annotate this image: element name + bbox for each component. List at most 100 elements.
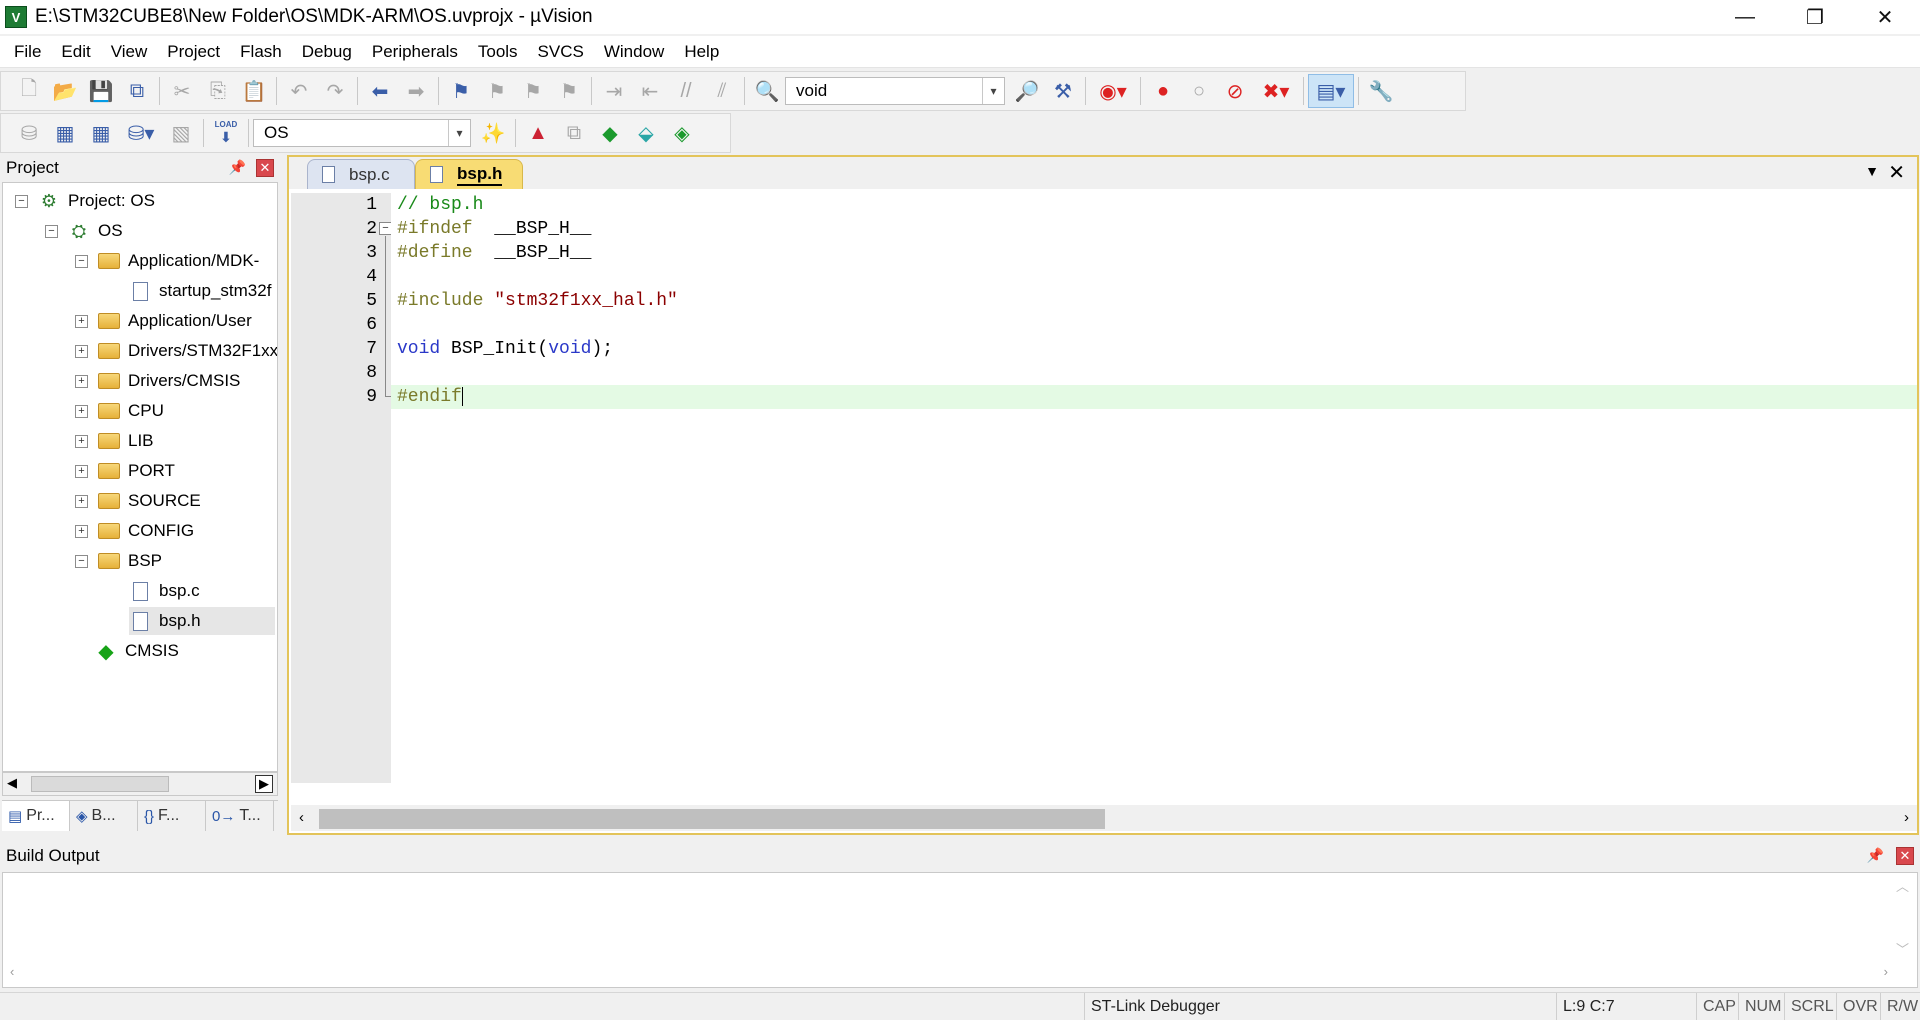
chevron-down-icon[interactable]: ▾ xyxy=(982,78,1004,104)
collapse-toggle-icon[interactable]: − xyxy=(75,554,88,568)
pin-icon[interactable]: 📌 xyxy=(229,159,246,176)
menu-flash[interactable]: Flash xyxy=(230,42,292,62)
disable-all-breakpoints-icon[interactable]: ⊘ xyxy=(1217,74,1253,108)
previous-bookmark-icon[interactable]: ⚑ xyxy=(479,74,515,108)
menu-tools[interactable]: Tools xyxy=(468,42,528,62)
tree-item-group[interactable]: − BSP xyxy=(75,547,162,575)
menu-view[interactable]: View xyxy=(101,42,158,62)
tree-item-group[interactable]: + Drivers/STM32F1xx xyxy=(75,337,277,365)
close-button[interactable]: ✕ xyxy=(1850,0,1920,34)
incremental-find-icon[interactable]: ⚒ xyxy=(1045,74,1081,108)
clear-bookmarks-icon[interactable]: ⚑ xyxy=(551,74,587,108)
close-tab-icon[interactable]: ✕ xyxy=(1888,160,1905,185)
menu-svcs[interactable]: SVCS xyxy=(528,42,594,62)
scroll-up-icon[interactable]: ︿ xyxy=(1896,876,1914,895)
chevron-down-icon[interactable]: ▾ xyxy=(448,120,470,146)
scroll-right-icon[interactable]: › xyxy=(1904,809,1909,826)
expand-toggle-icon[interactable]: + xyxy=(75,314,88,328)
uncomment-icon[interactable]: ⫽ xyxy=(704,74,740,108)
scroll-thumb[interactable] xyxy=(31,776,169,792)
save-icon[interactable]: 💾 xyxy=(83,74,119,108)
expand-toggle-icon[interactable]: + xyxy=(75,404,88,418)
stop-build-icon[interactable]: ▧ xyxy=(163,116,199,150)
scroll-down-icon[interactable]: ﹀ xyxy=(1896,939,1914,958)
find-in-files-icon[interactable]: 🔍 xyxy=(749,74,785,108)
manage-run-time-environment-icon[interactable]: ◆ xyxy=(592,116,628,150)
menu-edit[interactable]: Edit xyxy=(51,42,100,62)
pin-icon[interactable]: 📌 xyxy=(1867,847,1884,864)
restore-button[interactable]: ❐ xyxy=(1780,0,1850,34)
menu-debug[interactable]: Debug xyxy=(292,42,362,62)
kill-all-breakpoints-icon[interactable]: ✖▾ xyxy=(1253,74,1299,108)
expand-toggle-icon[interactable]: + xyxy=(75,344,88,358)
collapse-toggle-icon[interactable]: − xyxy=(75,254,88,268)
tree-item-group[interactable]: + PORT xyxy=(75,457,175,485)
configure-icon[interactable]: 🔧 xyxy=(1363,74,1399,108)
window-layout-icon[interactable]: ▤▾ xyxy=(1308,74,1354,108)
breakpoint-icon[interactable]: ● xyxy=(1145,74,1181,108)
tab-templates[interactable]: 0→ T... xyxy=(206,801,274,831)
tree-item-group[interactable]: + CONFIG xyxy=(75,517,194,545)
file-extensions-icon[interactable]: ▲ xyxy=(520,116,556,150)
tab-bsp-c[interactable]: bsp.c xyxy=(307,159,415,189)
debug-session-icon[interactable]: ◉▾ xyxy=(1090,74,1136,108)
scroll-left-icon[interactable]: ‹ xyxy=(10,964,14,979)
build-output-vscrollbar[interactable]: ︿ ﹀ xyxy=(1896,876,1914,962)
tree-item-file-selected[interactable]: bsp.h xyxy=(129,607,275,635)
tree-item-group[interactable]: + SOURCE xyxy=(75,487,201,515)
tree-item-group[interactable]: − Application/MDK- xyxy=(75,247,259,275)
undo-icon[interactable]: ↶ xyxy=(281,74,317,108)
target-combo[interactable]: OS ▾ xyxy=(253,119,471,147)
tree-item-file[interactable]: startup_stm32f xyxy=(129,277,271,305)
find-combo[interactable]: void ▾ xyxy=(785,77,1005,105)
comment-icon[interactable]: // xyxy=(668,74,704,108)
collapse-toggle-icon[interactable]: − xyxy=(15,194,28,208)
batch-build-icon[interactable]: ⛁▾ xyxy=(119,116,163,150)
redo-icon[interactable]: ↷ xyxy=(317,74,353,108)
find-icon[interactable]: 🔎 xyxy=(1009,74,1045,108)
tree-item-component[interactable]: ◆ CMSIS xyxy=(95,637,179,665)
scroll-right-icon[interactable]: ▶ xyxy=(255,775,273,793)
pack-installer-icon[interactable]: ⬙ xyxy=(628,116,664,150)
translate-icon[interactable]: ⛁ xyxy=(11,116,47,150)
expand-toggle-icon[interactable]: + xyxy=(75,374,88,388)
tab-books[interactable]: ◈ B... xyxy=(70,801,138,831)
close-icon[interactable]: ✕ xyxy=(256,159,274,177)
unindent-icon[interactable]: ⇤ xyxy=(632,74,668,108)
build-output-hscrollbar[interactable]: ‹ › xyxy=(2,964,1896,986)
code-editor[interactable]: // bsp.h #ifndef __BSP_H__ #define __BSP… xyxy=(391,193,1917,783)
tree-item-project[interactable]: − ⚙ Project: OS xyxy=(15,187,155,215)
open-file-icon[interactable]: 📂 xyxy=(47,74,83,108)
indent-icon[interactable]: ⇥ xyxy=(596,74,632,108)
scroll-left-icon[interactable]: ◀ xyxy=(7,775,17,791)
insert-bookmark-icon[interactable]: ⚑ xyxy=(443,74,479,108)
load-download-icon[interactable]: LOAD ⬇ xyxy=(208,116,244,150)
pack-cube-icon[interactable]: ◈ xyxy=(664,116,700,150)
navigate-forward-icon[interactable]: ➡ xyxy=(398,74,434,108)
menu-project[interactable]: Project xyxy=(157,42,230,62)
expand-toggle-icon[interactable]: + xyxy=(75,524,88,538)
copy-icon[interactable]: ⎘ xyxy=(200,74,236,108)
disable-breakpoint-icon[interactable]: ○ xyxy=(1181,74,1217,108)
tree-item-group[interactable]: + CPU xyxy=(75,397,164,425)
tab-bsp-h[interactable]: bsp.h xyxy=(415,159,523,189)
next-bookmark-icon[interactable]: ⚑ xyxy=(515,74,551,108)
menu-peripherals[interactable]: Peripherals xyxy=(362,42,468,62)
close-icon[interactable]: ✕ xyxy=(1896,847,1914,865)
cut-icon[interactable]: ✂ xyxy=(164,74,200,108)
expand-toggle-icon[interactable]: + xyxy=(75,494,88,508)
expand-toggle-icon[interactable]: + xyxy=(75,464,88,478)
rebuild-icon[interactable]: ▦ xyxy=(83,116,119,150)
scroll-left-icon[interactable]: ‹ xyxy=(299,809,304,826)
select-packs-icon[interactable]: ⧉ xyxy=(556,116,592,150)
project-tree-hscrollbar[interactable]: ◀ ▶ xyxy=(2,772,278,796)
save-all-icon[interactable]: ⧉ xyxy=(119,74,155,108)
minimize-button[interactable]: — xyxy=(1710,0,1780,34)
tree-item-target-os[interactable]: − ⛭ OS xyxy=(45,217,123,245)
tree-item-file[interactable]: bsp.c xyxy=(129,577,200,605)
scroll-right-icon[interactable]: › xyxy=(1884,964,1888,979)
tree-item-group[interactable]: + LIB xyxy=(75,427,154,455)
collapse-toggle-icon[interactable]: − xyxy=(45,224,58,238)
tab-functions[interactable]: {} F... xyxy=(138,801,206,831)
menu-file[interactable]: File xyxy=(4,42,51,62)
